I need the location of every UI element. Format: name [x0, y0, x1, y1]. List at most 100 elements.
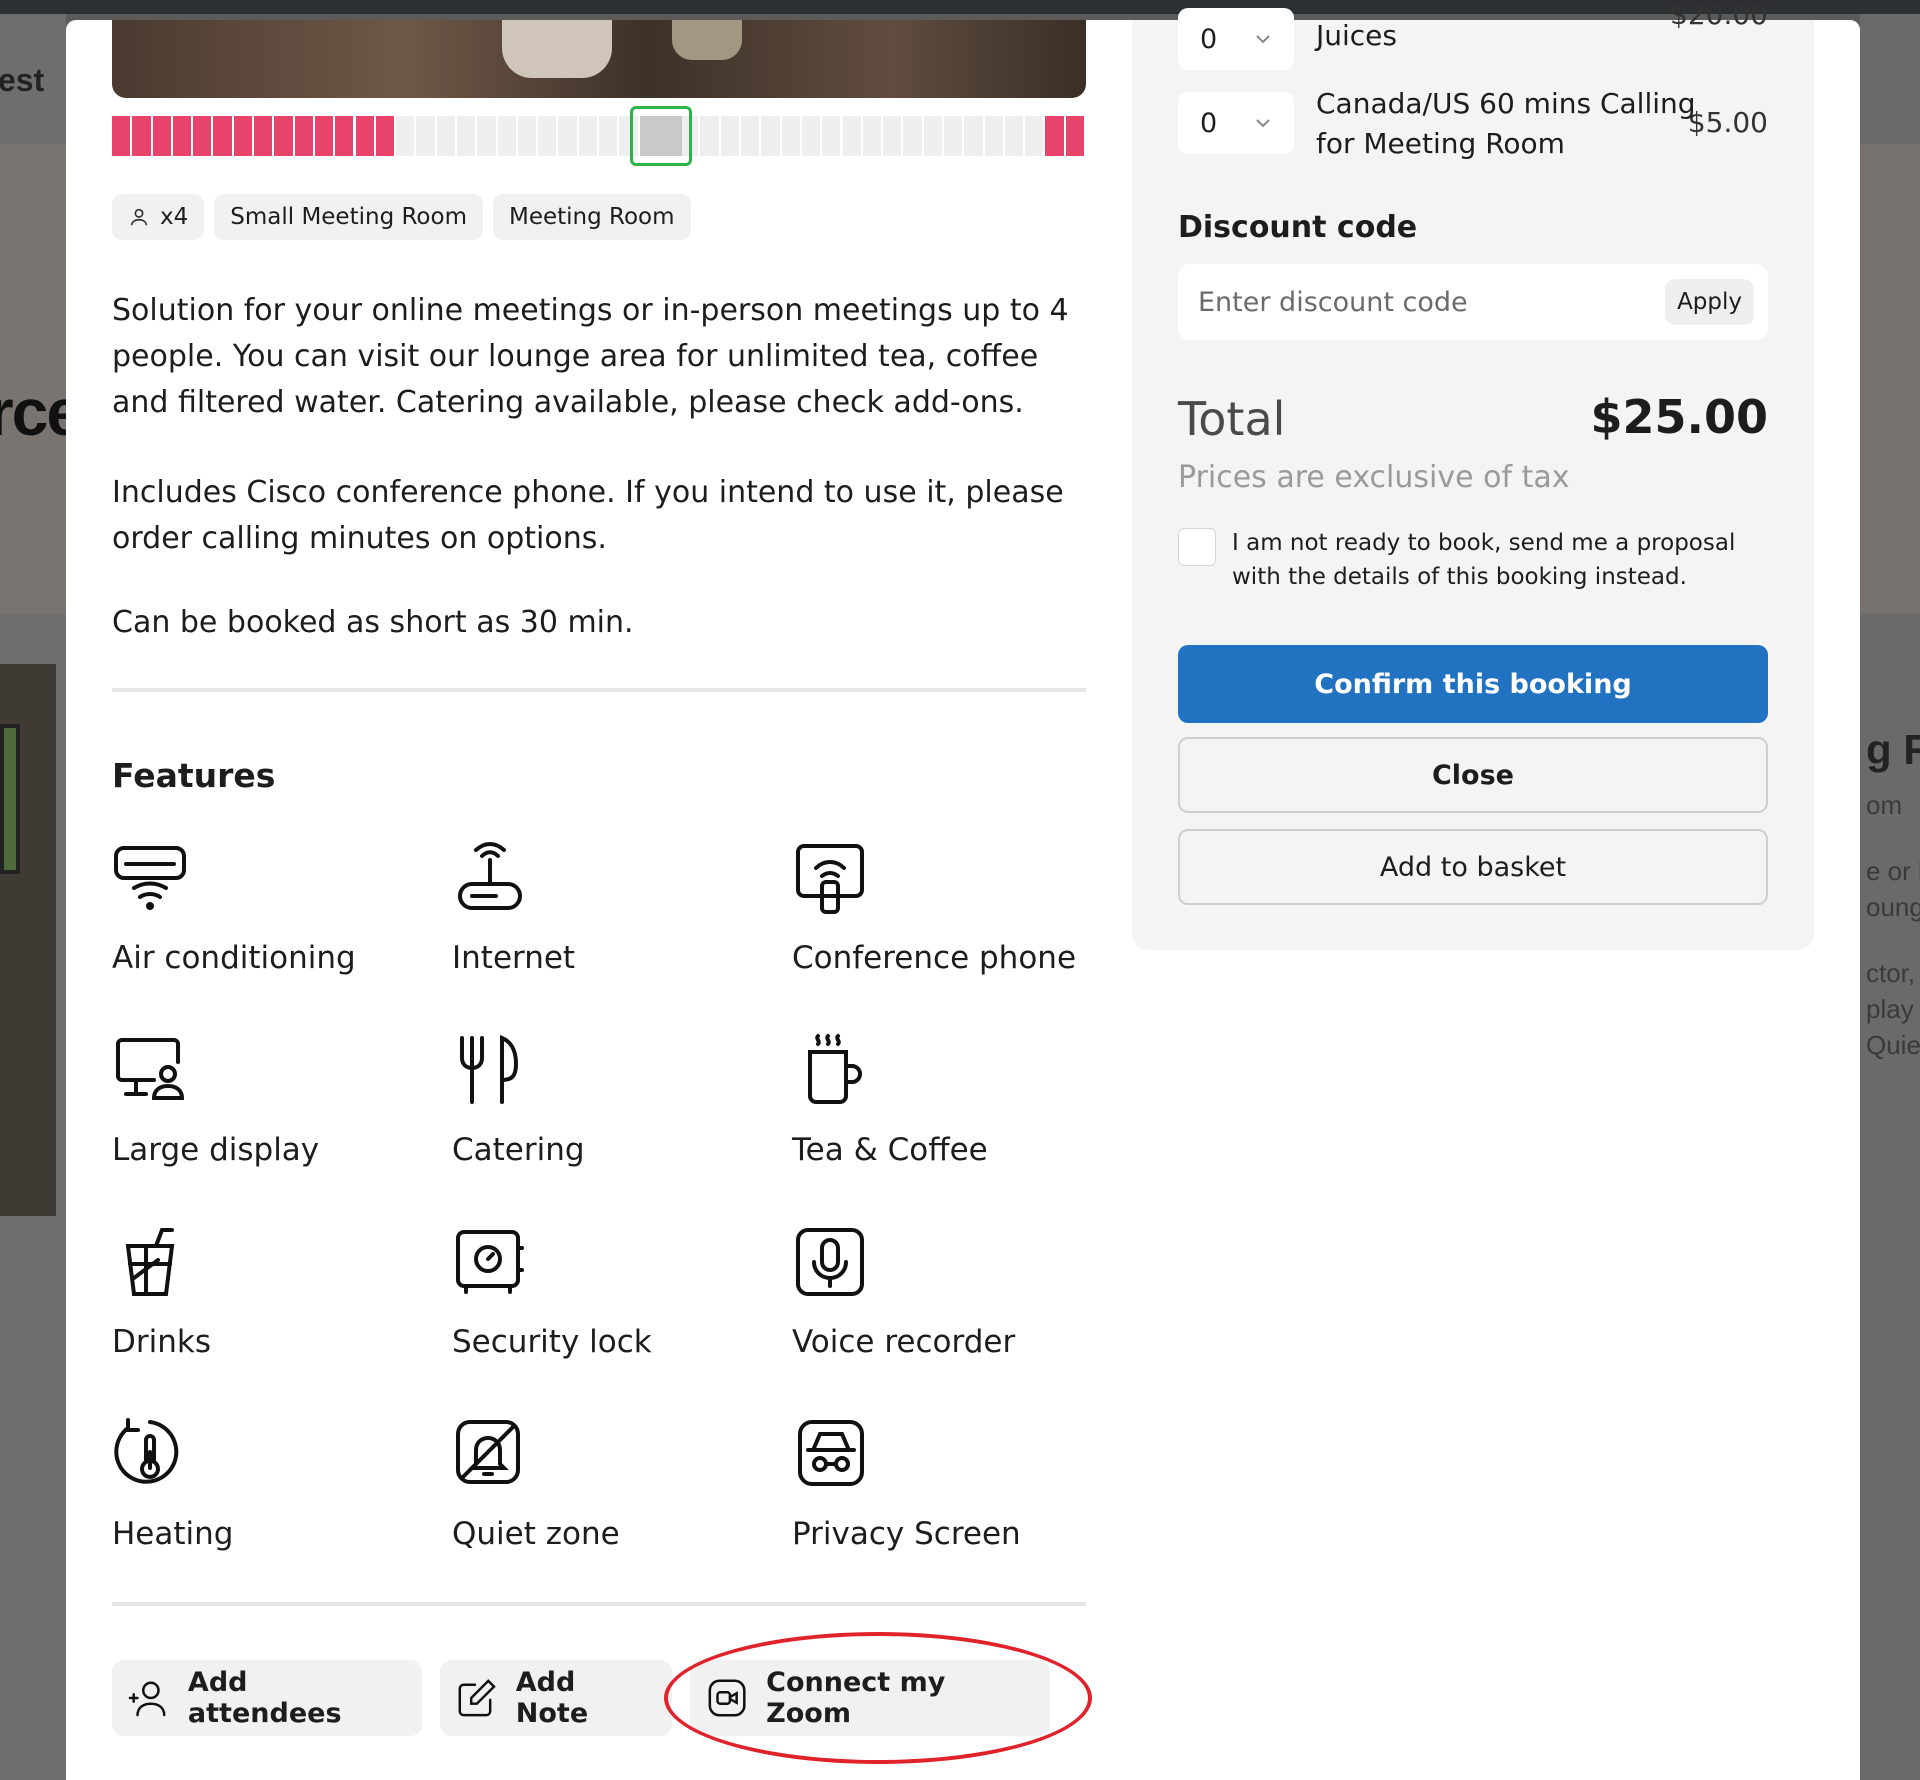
time-slot[interactable]: [152, 116, 171, 156]
feature-security-lock: Security lock: [452, 1224, 782, 1384]
video-camera-icon: [708, 1679, 746, 1717]
feature-internet: Internet: [452, 840, 782, 1000]
microphone-icon: [796, 1228, 864, 1296]
time-slot[interactable]: [416, 116, 435, 156]
time-slot[interactable]: [781, 116, 800, 156]
time-slot[interactable]: [213, 116, 232, 156]
time-slot[interactable]: [335, 116, 354, 156]
feature-voice-recorder: Voice recorder: [792, 1224, 1122, 1384]
feature-label: Internet: [452, 940, 576, 976]
time-slot[interactable]: [599, 116, 618, 156]
discount-code-input[interactable]: [1178, 264, 1648, 340]
photo-chair-shape: [672, 20, 742, 60]
time-slot[interactable]: [578, 116, 597, 156]
feature-label: Catering: [452, 1132, 585, 1168]
time-slot[interactable]: [903, 116, 922, 156]
proposal-checkbox[interactable]: [1178, 528, 1216, 566]
room-category-chip: Meeting Room: [492, 194, 691, 240]
room-tags: x4 Small Meeting Room Meeting Room: [112, 194, 691, 240]
time-slot[interactable]: [193, 116, 212, 156]
feature-label: Drinks: [112, 1324, 211, 1360]
time-slot[interactable]: [923, 116, 942, 156]
feature-label: Quiet zone: [452, 1516, 620, 1552]
time-slot[interactable]: [112, 116, 131, 156]
addon-quantity-value: 0: [1200, 107, 1218, 139]
capacity-chip: x4: [112, 194, 205, 240]
time-slot[interactable]: [761, 116, 780, 156]
thermometer-icon: [114, 1418, 179, 1484]
background-room-photo: [0, 664, 56, 1216]
time-slot[interactable]: [132, 116, 151, 156]
addon-quantity-select[interactable]: 0: [1178, 92, 1294, 154]
time-slot[interactable]: [396, 116, 415, 156]
time-slot[interactable]: [984, 116, 1003, 156]
time-slot[interactable]: [741, 116, 760, 156]
time-slot[interactable]: [294, 116, 313, 156]
incognito-icon: [798, 1420, 864, 1486]
add-user-icon: [128, 1681, 166, 1717]
background-card-line: e or b: [1866, 856, 1920, 886]
feature-label: Heating: [112, 1516, 234, 1552]
air-conditioning-icon: [114, 846, 186, 910]
time-slot[interactable]: [862, 116, 882, 156]
selected-time-slot[interactable]: [630, 106, 692, 166]
confirm-booking-button[interactable]: Confirm this booking: [1178, 645, 1768, 723]
time-slot[interactable]: [274, 116, 293, 156]
time-slot[interactable]: [497, 116, 516, 156]
background-card-tag: om: [1866, 790, 1903, 820]
time-slot[interactable]: [1025, 116, 1044, 156]
time-slot[interactable]: [822, 116, 841, 156]
room-min-duration: Can be booked as short as 30 min.: [112, 605, 634, 640]
time-slot[interactable]: [964, 116, 983, 156]
background-title-fragment: est: [0, 62, 45, 98]
background-card-line: oung: [1866, 892, 1920, 922]
time-slot[interactable]: [1004, 116, 1024, 156]
connect-zoom-button[interactable]: Connect my Zoom: [690, 1660, 1050, 1736]
time-slot[interactable]: [436, 116, 455, 156]
time-slot[interactable]: [1065, 116, 1084, 156]
time-slot[interactable]: [720, 116, 740, 156]
proposal-checkbox-label[interactable]: I am not ready to book, send me a propos…: [1232, 526, 1752, 594]
background-card-line: Quie: [1866, 1030, 1920, 1060]
mute-icon: [456, 1420, 520, 1484]
time-slot[interactable]: [314, 116, 334, 156]
time-slot[interactable]: [254, 116, 273, 156]
time-slot[interactable]: [558, 116, 577, 156]
fork-knife-icon: [460, 1035, 519, 1104]
time-slot[interactable]: [172, 116, 192, 156]
add-attendees-button[interactable]: Add attendees: [112, 1660, 422, 1736]
addon-quantity-select[interactable]: 0: [1178, 8, 1294, 70]
feature-catering: Catering: [452, 1032, 782, 1192]
time-slot[interactable]: [538, 116, 557, 156]
capacity-label: x4: [160, 204, 189, 230]
edit-note-icon: [458, 1679, 496, 1717]
time-slot[interactable]: [943, 116, 963, 156]
room-type-chip: Small Meeting Room: [214, 194, 483, 240]
total-label: Total: [1178, 392, 1286, 446]
time-slot[interactable]: [842, 116, 861, 156]
time-slot[interactable]: [456, 116, 476, 156]
background-card-line: ctor,: [1866, 958, 1916, 988]
add-to-basket-button[interactable]: Add to basket: [1178, 829, 1768, 905]
total-amount: $25.00: [1590, 390, 1768, 444]
time-slot[interactable]: [477, 116, 496, 156]
time-slot[interactable]: [801, 116, 821, 156]
time-slot[interactable]: [233, 116, 253, 156]
addon-name: Juices: [1316, 19, 1397, 52]
time-slot[interactable]: [375, 116, 395, 156]
safe-icon: [456, 1230, 524, 1294]
feature-label: Tea & Coffee: [792, 1132, 988, 1168]
feature-label: Voice recorder: [792, 1324, 1016, 1360]
conference-phone-icon: [796, 844, 864, 914]
time-slot[interactable]: [700, 116, 719, 156]
time-slot[interactable]: [517, 116, 537, 156]
feature-label: Privacy Screen: [792, 1516, 1021, 1552]
time-slot[interactable]: [355, 116, 374, 156]
apply-discount-button[interactable]: Apply: [1665, 279, 1754, 325]
time-slot[interactable]: [883, 116, 902, 156]
close-button[interactable]: Close: [1178, 737, 1768, 813]
photo-chair-shape: [502, 20, 612, 78]
time-slot[interactable]: [1045, 116, 1064, 156]
availability-timeline[interactable]: [112, 106, 1086, 166]
add-note-button[interactable]: Add Note: [440, 1660, 672, 1736]
